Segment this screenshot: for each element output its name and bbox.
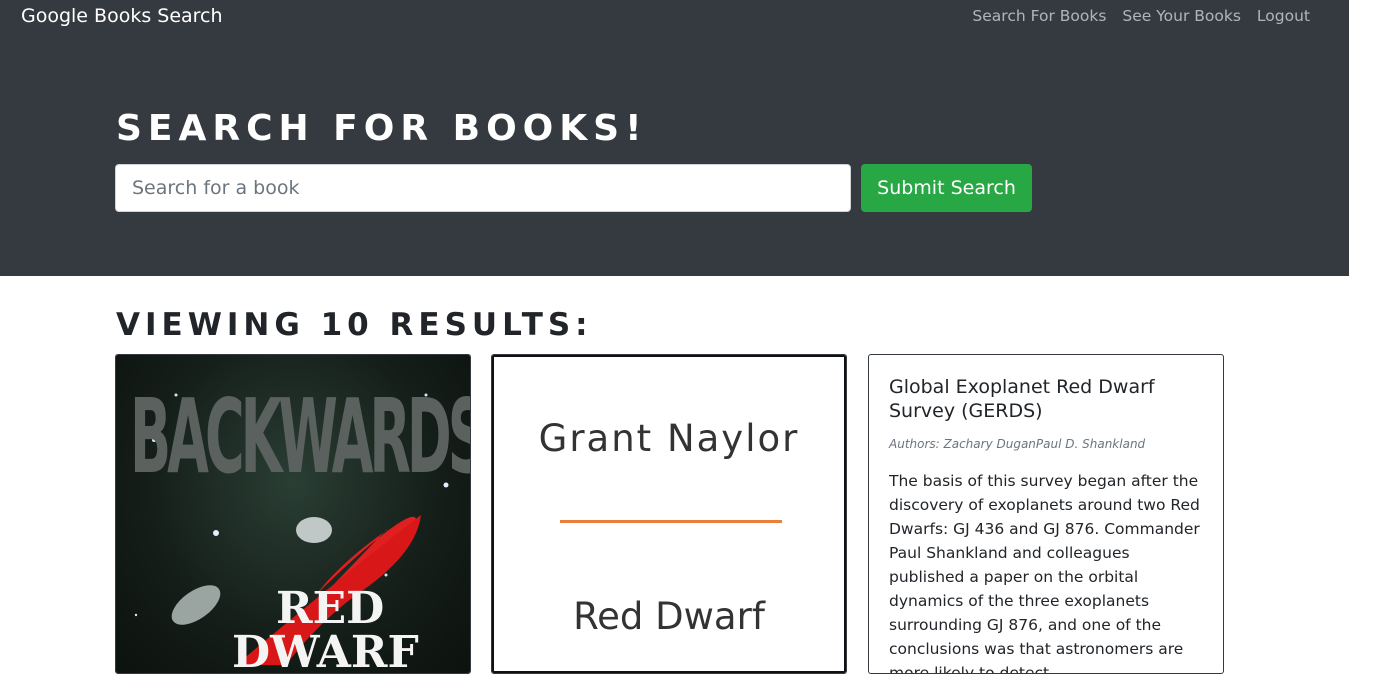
book-description: The basis of this survey began after the… bbox=[889, 472, 1200, 674]
brand-link[interactable]: Google Books Search bbox=[21, 4, 223, 28]
cover-author: Grant Naylor bbox=[538, 417, 800, 460]
book-cover-image: BACKWARDS RED DWARF bbox=[116, 355, 470, 673]
book-card: BACKWARDS RED DWARF bbox=[115, 354, 471, 674]
nav-link-see-your-books[interactable]: See Your Books bbox=[1122, 5, 1241, 27]
navbar: Google Books Search Search For Books See… bbox=[0, 0, 1349, 32]
nav-link-search-for-books[interactable]: Search For Books bbox=[972, 5, 1106, 27]
hero-section: Search for Books! Submit Search bbox=[0, 32, 1349, 276]
book-authors: Authors: Zachary DuganPaul D. Shankland bbox=[889, 437, 1146, 451]
cover-divider bbox=[560, 520, 782, 523]
book-card: Grant Naylor Red Dwarf bbox=[491, 354, 847, 674]
card-body: Global Exoplanet Red Dwarf Survey (GERDS… bbox=[889, 375, 1205, 674]
submit-search-button[interactable]: Submit Search bbox=[861, 164, 1032, 212]
book-card: Global Exoplanet Red Dwarf Survey (GERDS… bbox=[868, 354, 1224, 674]
cover-title-backwards: BACKWARDS bbox=[130, 377, 471, 497]
book-cover-image: Grant Naylor Red Dwarf bbox=[492, 355, 846, 673]
nav-links: Search For Books See Your Books Logout bbox=[972, 5, 1310, 27]
results-heading: Viewing 10 results: bbox=[116, 307, 593, 343]
book-title: Global Exoplanet Red Dwarf Survey (GERDS… bbox=[889, 376, 1155, 422]
cover-title: Red Dwarf bbox=[573, 595, 765, 638]
nav-link-logout[interactable]: Logout bbox=[1257, 5, 1310, 27]
hero-title: Search for Books! bbox=[116, 108, 648, 149]
search-input[interactable] bbox=[115, 164, 851, 212]
